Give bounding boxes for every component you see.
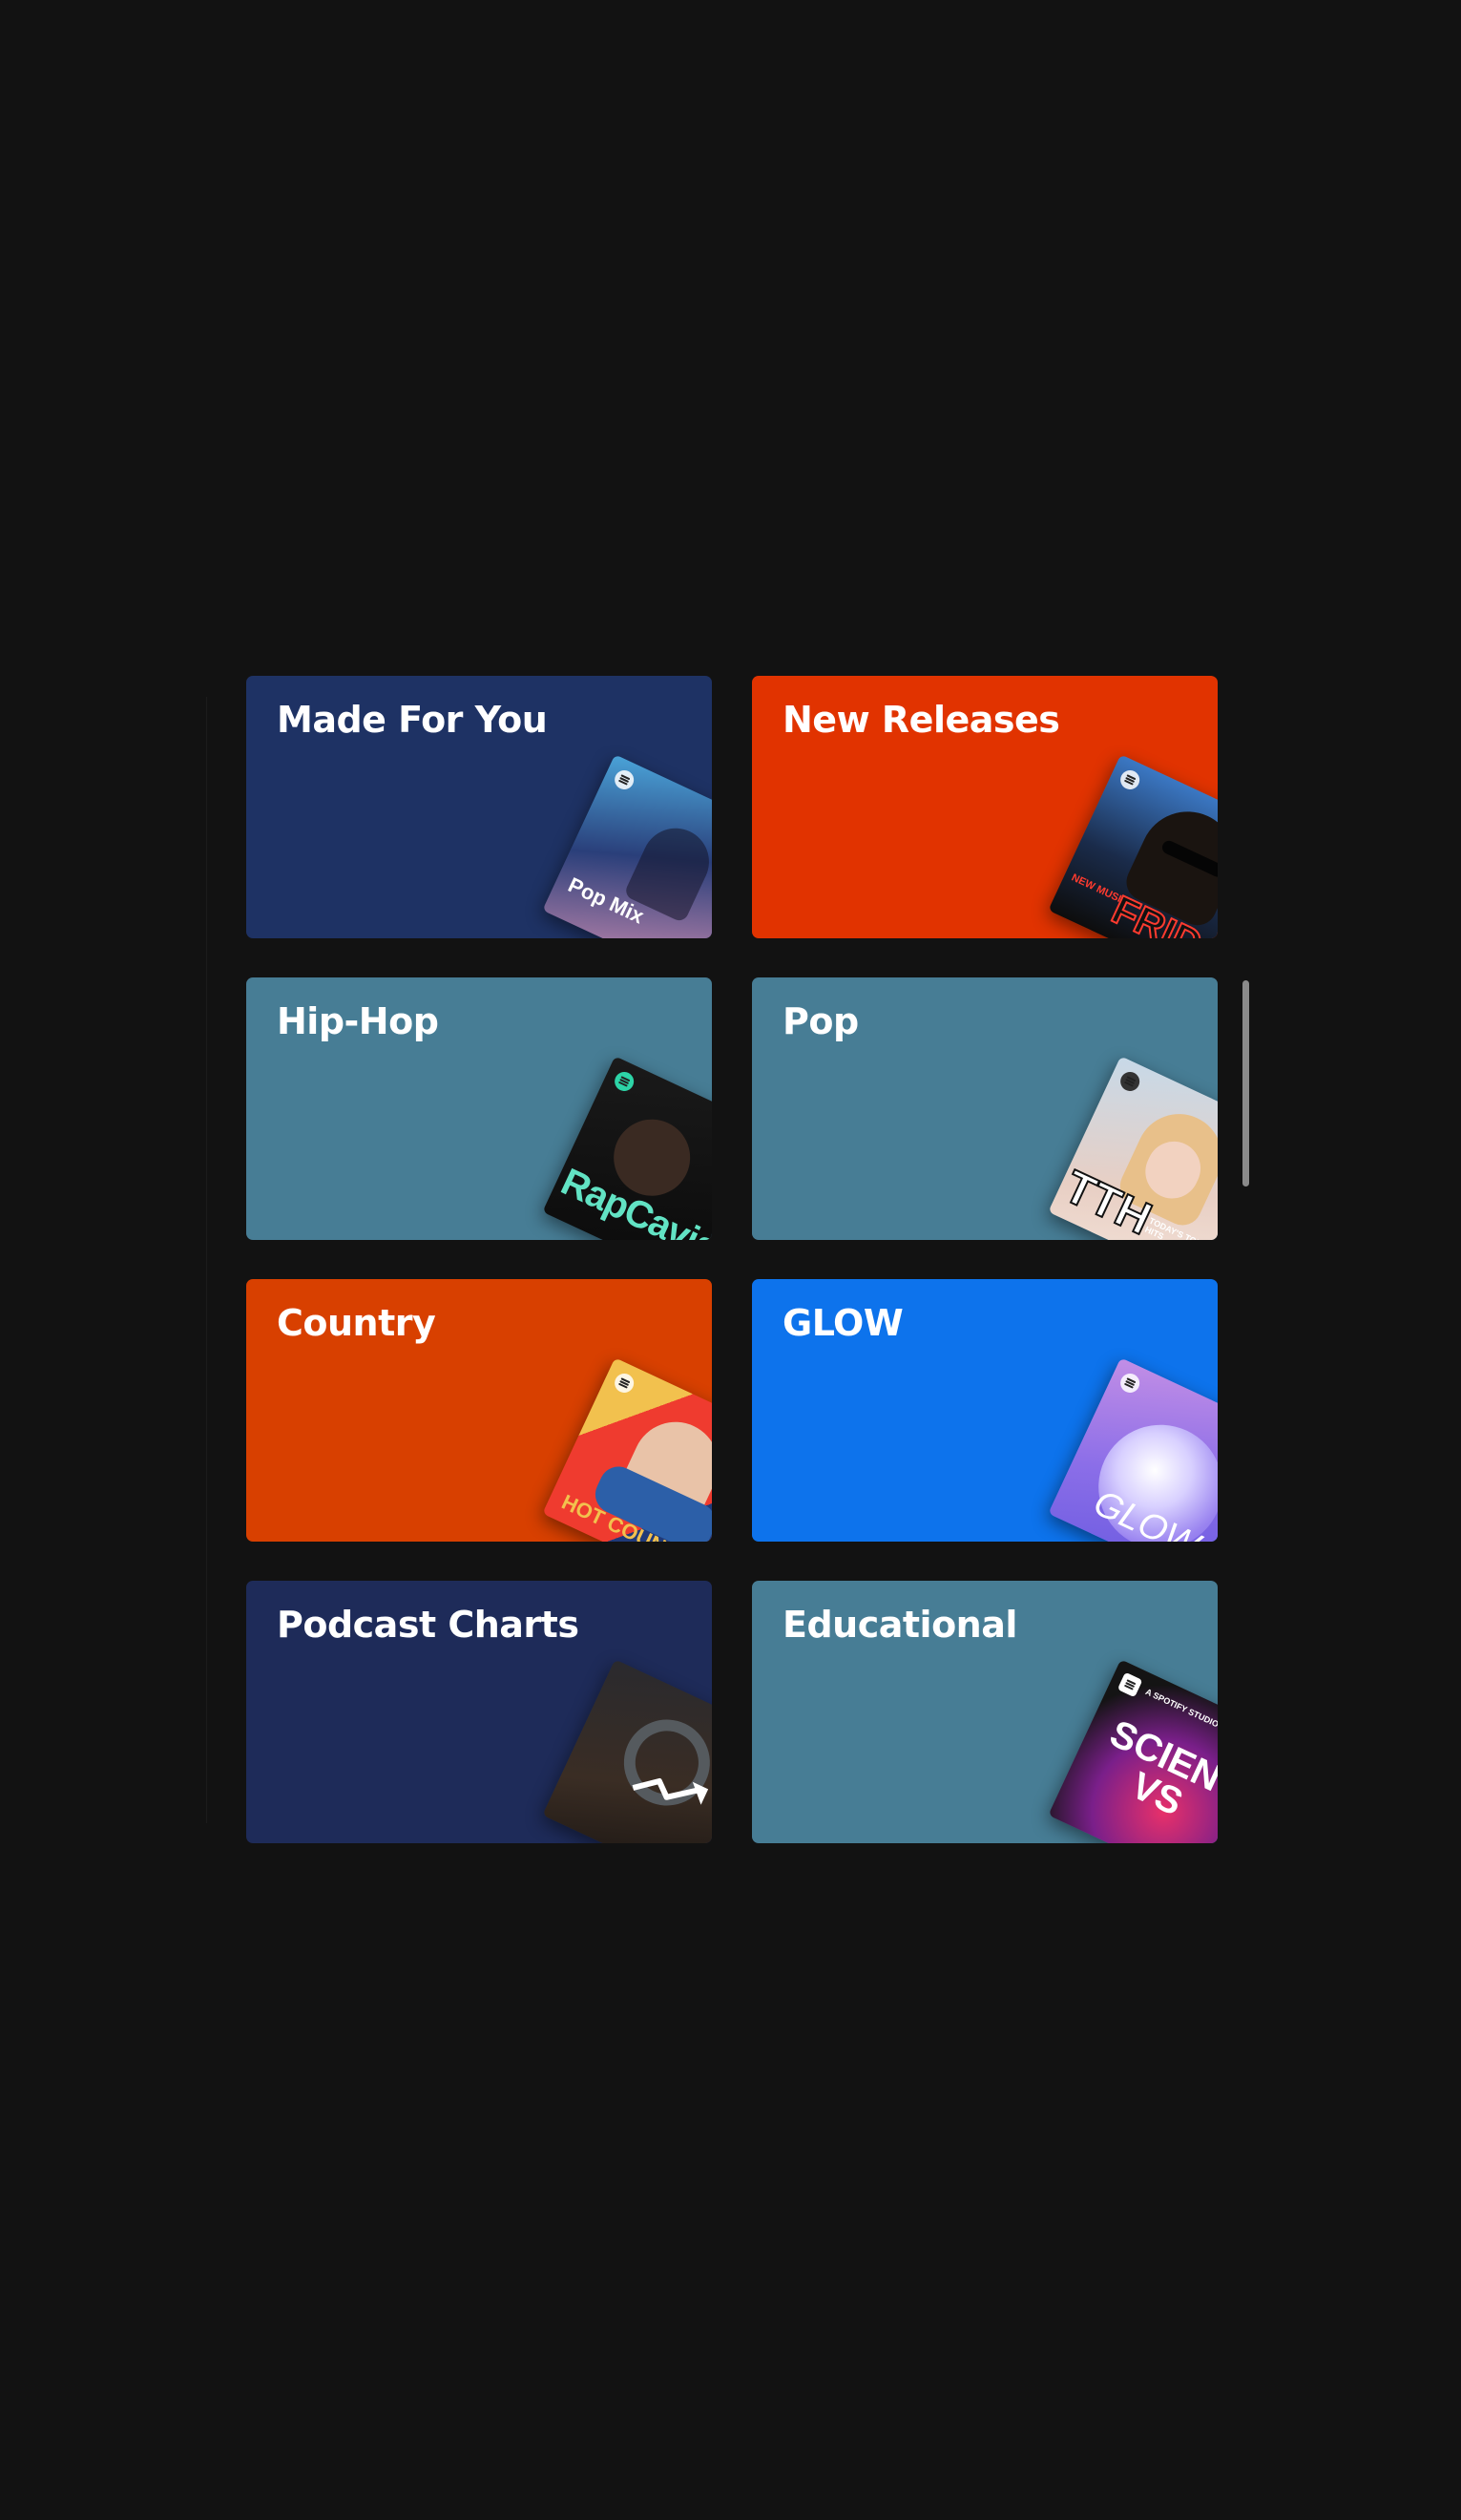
todays-top-hits-cover-icon: TTH TODAY'S TOP HITS bbox=[1048, 1056, 1218, 1240]
category-card-hip-hop[interactable]: Hip-Hop RapCaviar bbox=[246, 977, 712, 1240]
rapcaviar-cover-icon: RapCaviar bbox=[542, 1056, 712, 1240]
category-title: Pop bbox=[783, 1000, 859, 1042]
spotify-logo-icon bbox=[1117, 766, 1143, 793]
spotify-logo-icon bbox=[611, 766, 637, 793]
spotify-logo-icon bbox=[1117, 1671, 1143, 1698]
category-card-country[interactable]: Country HOT COUNTRY bbox=[246, 1279, 712, 1542]
spotify-logo-icon bbox=[1117, 1068, 1143, 1095]
category-title: Made For You bbox=[277, 699, 548, 741]
glow-cover-icon: GLOW bbox=[1048, 1357, 1218, 1542]
browse-page: Made For You Pop Mix New Releases NEW MU… bbox=[0, 0, 1461, 2520]
category-card-made-for-you[interactable]: Made For You Pop Mix bbox=[246, 676, 712, 938]
spotify-logo-icon bbox=[611, 1068, 637, 1095]
category-title: New Releases bbox=[783, 699, 1060, 741]
spotify-logo-icon bbox=[1117, 1370, 1143, 1396]
category-title: Educational bbox=[783, 1604, 1017, 1646]
category-title: Country bbox=[277, 1302, 436, 1344]
sidebar-divider bbox=[206, 697, 207, 1823]
new-music-friday-cover-icon: NEW MUSIC FRIDAY bbox=[1048, 754, 1218, 938]
category-card-podcast-charts[interactable]: Podcast Charts bbox=[246, 1581, 712, 1843]
category-card-pop[interactable]: Pop TTH TODAY'S TOP HITS bbox=[752, 977, 1218, 1240]
category-title: Hip-Hop bbox=[277, 1000, 439, 1042]
category-card-new-releases[interactable]: New Releases NEW MUSIC FRIDAY bbox=[752, 676, 1218, 938]
pop-mix-cover-icon: Pop Mix bbox=[542, 754, 712, 938]
category-card-educational[interactable]: Educational A SPOTIFY STUDIOS ORIGINAL S… bbox=[752, 1581, 1218, 1843]
category-title: GLOW bbox=[783, 1302, 904, 1344]
spotify-logo-icon bbox=[611, 1370, 637, 1396]
category-grid: Made For You Pop Mix New Releases NEW MU… bbox=[246, 676, 1218, 1843]
podcast-charts-cover-icon bbox=[542, 1659, 712, 1843]
science-vs-cover-icon: A SPOTIFY STUDIOS ORIGINAL SCIENCE VS bbox=[1048, 1659, 1218, 1843]
scrollbar-thumb[interactable] bbox=[1242, 980, 1249, 1186]
category-title: Podcast Charts bbox=[277, 1604, 579, 1646]
category-card-glow[interactable]: GLOW GLOW bbox=[752, 1279, 1218, 1542]
cover-label: SCIENCE VS bbox=[1103, 1712, 1218, 1824]
hot-country-cover-icon: HOT COUNTRY bbox=[542, 1357, 712, 1542]
